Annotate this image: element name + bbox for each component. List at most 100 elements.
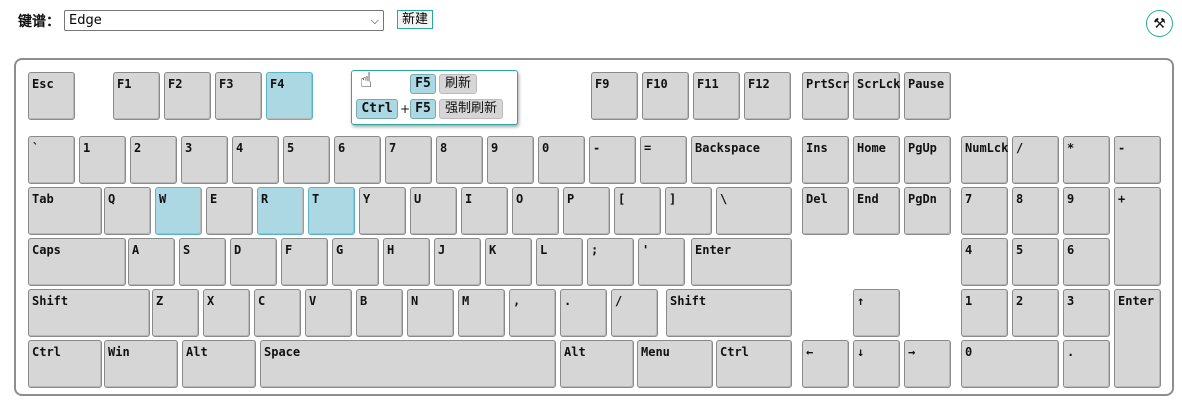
key-down[interactable]: ↓ [853, 340, 900, 388]
key-b[interactable]: B [356, 289, 403, 337]
key-d[interactable]: D [230, 238, 277, 286]
key-home[interactable]: Home [853, 136, 900, 184]
key-backtick[interactable]: ` [28, 136, 75, 184]
key-f10[interactable]: F10 [642, 72, 689, 120]
key-num5[interactable]: 5 [1012, 238, 1059, 286]
key-f9[interactable]: F9 [591, 72, 638, 120]
key-backspace[interactable]: Backspace [691, 136, 792, 184]
key-d6[interactable]: 6 [334, 136, 381, 184]
key-num2[interactable]: 2 [1012, 289, 1059, 337]
new-button[interactable]: 新建 [397, 10, 434, 29]
key-d8[interactable]: 8 [436, 136, 483, 184]
key-pgdn[interactable]: PgDn [904, 187, 951, 235]
key-a[interactable]: A [128, 238, 175, 286]
key-end[interactable]: End [853, 187, 900, 235]
key-num9[interactable]: 9 [1063, 187, 1110, 235]
key-num7[interactable]: 7 [961, 187, 1008, 235]
key-tab[interactable]: Tab [28, 187, 102, 235]
key-d0[interactable]: 0 [538, 136, 585, 184]
key-i[interactable]: I [461, 187, 508, 235]
key-x[interactable]: X [203, 289, 250, 337]
key-numenter[interactable]: Enter [1114, 289, 1161, 388]
key-quote[interactable]: ' [638, 238, 685, 286]
key-slash[interactable]: / [611, 289, 658, 337]
key-f2[interactable]: F2 [164, 72, 211, 120]
key-lctrl[interactable]: Ctrl [28, 340, 102, 388]
key-comma[interactable]: , [509, 289, 556, 337]
key-d1[interactable]: 1 [79, 136, 126, 184]
key-left[interactable]: ← [802, 340, 849, 388]
key-e[interactable]: E [206, 187, 253, 235]
key-num3[interactable]: 3 [1063, 289, 1110, 337]
key-d9[interactable]: 9 [487, 136, 534, 184]
key-f12[interactable]: F12 [744, 72, 791, 120]
key-up[interactable]: ↑ [853, 289, 900, 337]
key-numdot[interactable]: . [1063, 340, 1110, 388]
key-num0[interactable]: 0 [961, 340, 1059, 388]
key-semicolon[interactable]: ; [587, 238, 634, 286]
key-v[interactable]: V [305, 289, 352, 337]
key-g[interactable]: G [332, 238, 379, 286]
tools-icon[interactable]: ⚒ [1146, 10, 1173, 37]
key-q[interactable]: Q [104, 187, 151, 235]
key-f1[interactable]: F1 [113, 72, 160, 120]
key-numlck[interactable]: NumLck [961, 136, 1008, 184]
key-d2[interactable]: 2 [130, 136, 177, 184]
key-del[interactable]: Del [802, 187, 849, 235]
key-k[interactable]: K [485, 238, 532, 286]
key-r[interactable]: R [257, 187, 304, 235]
key-pgup[interactable]: PgUp [904, 136, 951, 184]
key-u[interactable]: U [410, 187, 457, 235]
key-o[interactable]: O [512, 187, 559, 235]
key-backslash[interactable]: \ [716, 187, 792, 235]
key-c[interactable]: C [254, 289, 301, 337]
key-lalt[interactable]: Alt [182, 340, 256, 388]
key-numadd[interactable]: + [1114, 187, 1161, 286]
key-pause[interactable]: Pause [904, 72, 951, 120]
key-d5[interactable]: 5 [283, 136, 330, 184]
key-esc[interactable]: Esc [28, 72, 75, 120]
preset-select[interactable]: Edge ⌵ [64, 10, 384, 31]
key-w[interactable]: W [155, 187, 202, 235]
key-d7[interactable]: 7 [385, 136, 432, 184]
key-f11[interactable]: F11 [693, 72, 740, 120]
key-n[interactable]: N [407, 289, 454, 337]
key-p[interactable]: P [563, 187, 610, 235]
key-f3[interactable]: F3 [215, 72, 262, 120]
key-num4[interactable]: 4 [961, 238, 1008, 286]
key-rbracket[interactable]: ] [665, 187, 712, 235]
key-num1[interactable]: 1 [961, 289, 1008, 337]
key-lshift[interactable]: Shift [28, 289, 150, 337]
key-numdiv[interactable]: / [1012, 136, 1059, 184]
key-d4[interactable]: 4 [232, 136, 279, 184]
key-numsub[interactable]: - [1114, 136, 1161, 184]
key-enter[interactable]: Enter [691, 238, 792, 286]
key-period[interactable]: . [560, 289, 607, 337]
key-ins[interactable]: Ins [802, 136, 849, 184]
key-ralt[interactable]: Alt [560, 340, 634, 388]
key-num6[interactable]: 6 [1063, 238, 1110, 286]
key-nummul[interactable]: * [1063, 136, 1110, 184]
key-num8[interactable]: 8 [1012, 187, 1059, 235]
key-rctrl[interactable]: Ctrl [716, 340, 792, 388]
key-j[interactable]: J [434, 238, 481, 286]
key-l[interactable]: L [536, 238, 583, 286]
key-s[interactable]: S [179, 238, 226, 286]
key-f[interactable]: F [281, 238, 328, 286]
key-d3[interactable]: 3 [181, 136, 228, 184]
key-win[interactable]: Win [104, 340, 178, 388]
key-lbracket[interactable]: [ [614, 187, 661, 235]
key-t[interactable]: T [308, 187, 355, 235]
key-scrlck[interactable]: ScrLck [853, 72, 900, 120]
key-caps[interactable]: Caps [28, 238, 126, 286]
key-rshift[interactable]: Shift [666, 289, 792, 337]
key-minus[interactable]: - [589, 136, 636, 184]
key-menu[interactable]: Menu [637, 340, 713, 388]
key-z[interactable]: Z [152, 289, 199, 337]
key-right[interactable]: → [904, 340, 951, 388]
key-f4[interactable]: F4 [266, 72, 313, 120]
key-y[interactable]: Y [359, 187, 406, 235]
key-prtscr[interactable]: PrtScr [802, 72, 849, 120]
key-m[interactable]: M [458, 289, 505, 337]
key-equal[interactable]: = [640, 136, 687, 184]
